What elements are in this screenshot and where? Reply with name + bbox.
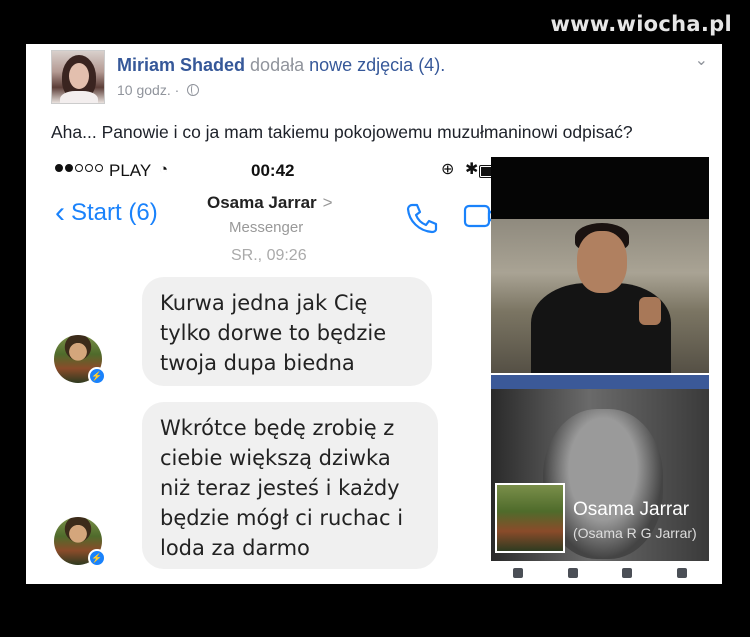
messenger-badge-icon: ⚡ [88,549,106,567]
post-options-chevron-icon[interactable]: ⌄ [695,50,708,70]
add-friend-icon [513,567,524,578]
signal-dots-icon [55,164,103,172]
post-meta: 10 godz. · [117,82,200,98]
bluetooth-icon: ✱ [465,161,479,178]
new-photos-link[interactable]: nowe zdjęcia (4). [309,55,445,75]
site-watermark: www.wiocha.pl [550,12,732,36]
back-button[interactable]: ‹ Start (6) [55,196,158,229]
status-clock: 00:42 [251,161,295,180]
date-separator: SR., 09:26 [231,247,307,264]
back-chevron-icon: ‹ [55,196,65,229]
contact-subtitle: Messenger [229,219,304,236]
back-label: Start (6) [71,199,158,226]
more-icon [676,567,687,578]
contact-name[interactable]: Osama Jarrar > [207,193,333,213]
post-header: Miriam Shaded dodała nowe zdjęcia (4). [117,55,445,76]
profile-tab-bar [491,561,709,584]
carrier-label: PLAY [109,161,152,180]
globe-icon[interactable] [187,84,200,96]
phone-call-icon[interactable] [405,202,439,234]
message-bubble[interactable]: Kurwa jedna jak Cię tylko dorwe to będzi… [142,277,432,386]
wifi-icon: ◔ [159,161,169,178]
photo-man-portrait[interactable] [491,157,709,373]
post-text: Aha... Panowie i co ja mam takiemu pokoj… [51,122,633,142]
post-action: dodała [250,55,305,75]
profile-name: Osama Jarrar [573,499,690,520]
camera-icon [567,567,578,578]
profile-picture [495,483,565,553]
message-icon [622,567,633,578]
ios-status-bar: PLAY ◔ 00:42 ⊕ ✱ [51,157,515,185]
author-avatar[interactable] [51,50,105,104]
post-timestamp[interactable]: 10 godz. · [117,82,179,98]
profile-subname: (Osama R G Jarrar) [573,525,697,541]
facebook-post: Miriam Shaded dodała nowe zdjęcia (4). ⌄… [26,44,722,584]
message-bubble[interactable]: Wkrótce będę zrobię z ciebie większą dzi… [142,402,438,569]
author-name[interactable]: Miriam Shaded [117,55,245,75]
rotation-lock-icon: ⊕ [441,161,455,178]
messenger-navbar: ‹ Start (6) Osama Jarrar > Messenger [51,185,515,247]
messenger-screenshot[interactable]: PLAY ◔ 00:42 ⊕ ✱ ‹ Start (6) Osama Jarra… [51,157,515,584]
fb-top-bar [491,375,709,389]
messenger-badge-icon: ⚡ [88,367,106,385]
photo-profile-screenshot[interactable]: Osama Jarrar (Osama R G Jarrar) [491,375,709,584]
